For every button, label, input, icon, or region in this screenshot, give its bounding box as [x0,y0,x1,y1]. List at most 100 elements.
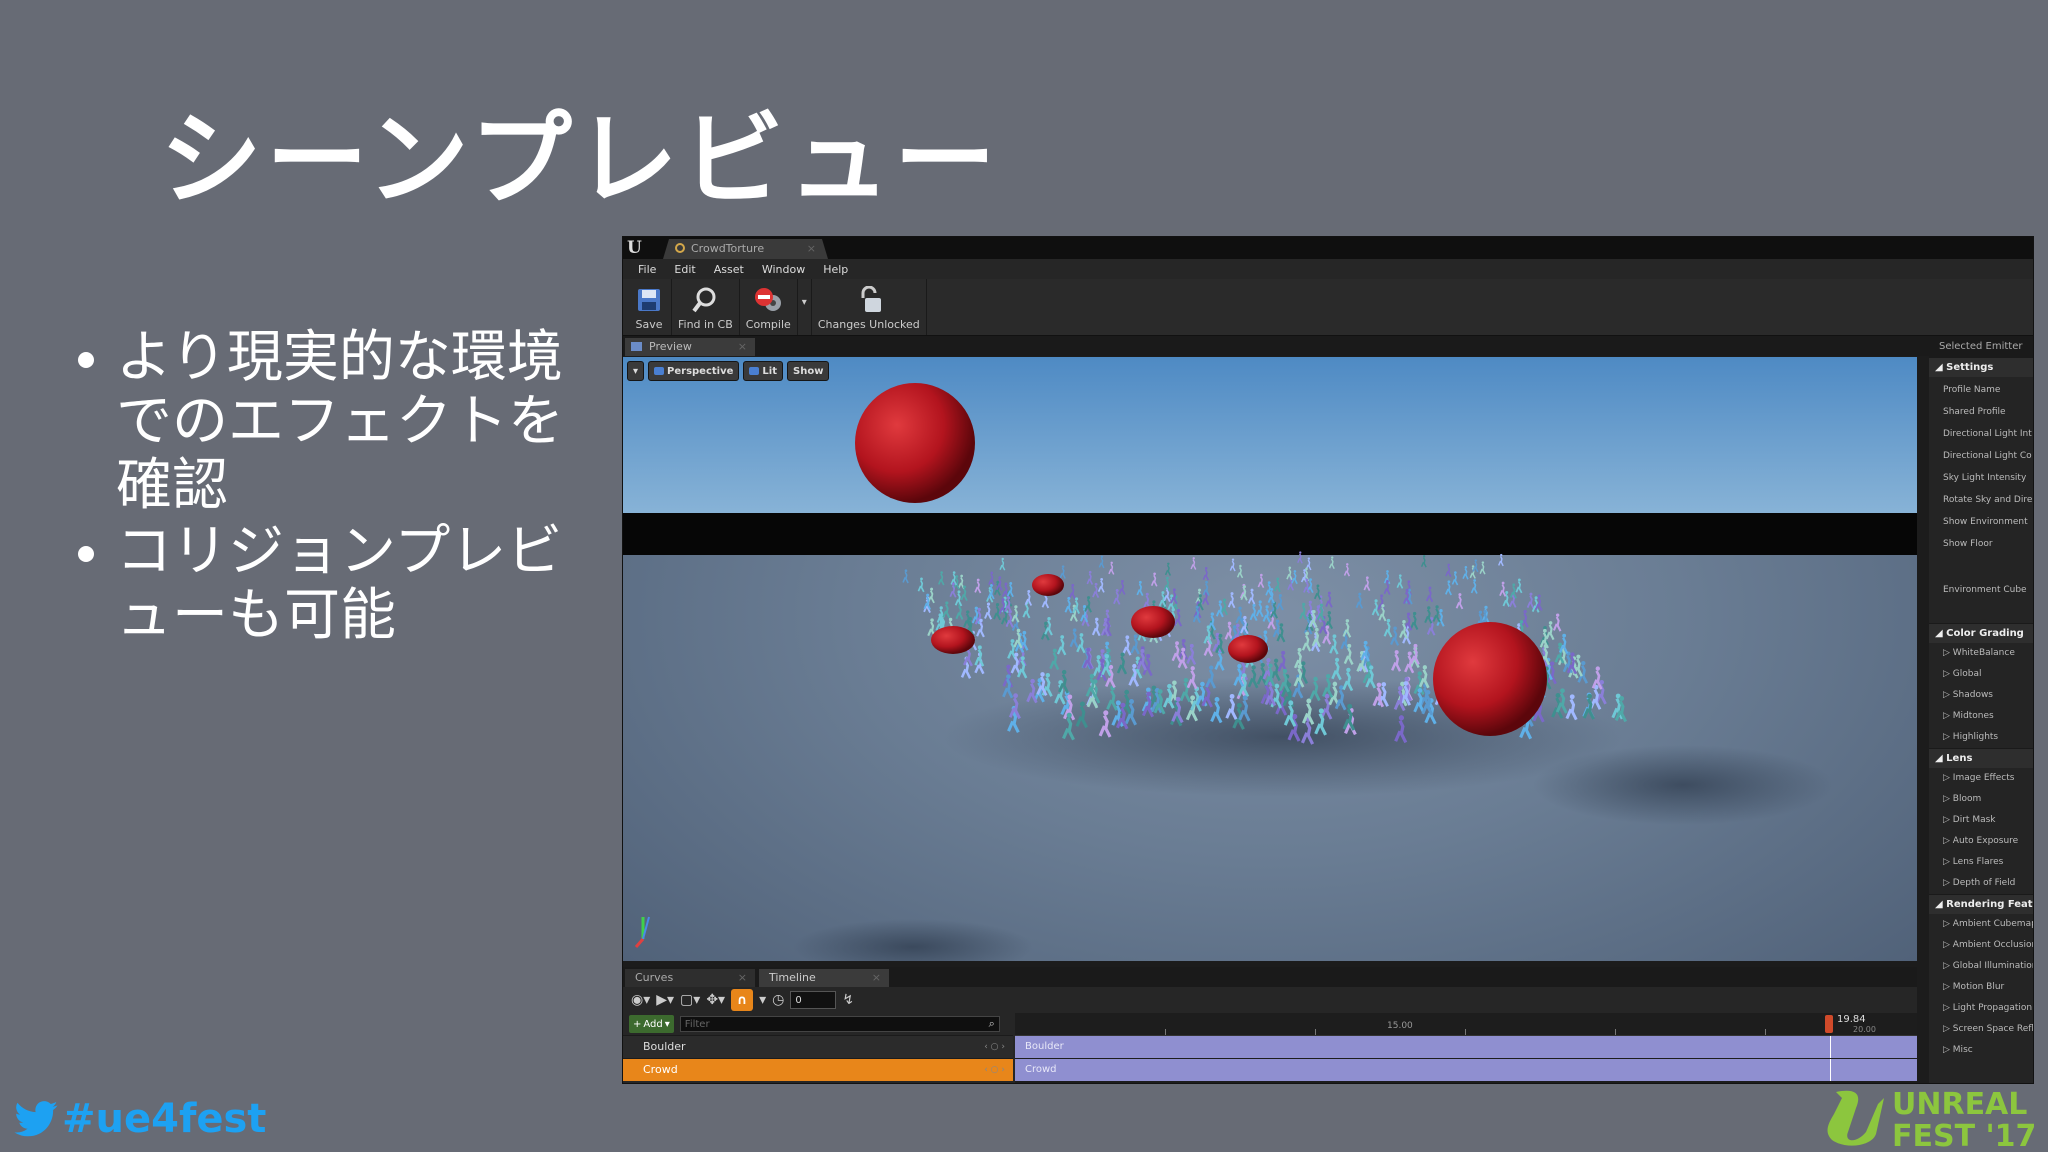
time-field[interactable]: 0 [790,991,837,1009]
property-row[interactable]: ▷ WhiteBalance [1929,643,2033,664]
transform-icon[interactable]: ✥▾ [706,992,725,1008]
property-label: Image Effects [1952,773,2015,783]
crowd-figure-head [948,617,953,622]
crowd-figure-head [1106,648,1111,653]
property-row[interactable]: ▷ Lens Flares [1929,852,2033,873]
document-tab[interactable]: CrowdTorture × [663,239,828,259]
property-label: Auto Exposure [1952,836,2019,846]
property-row[interactable]: Directional Light Co [1929,445,2033,467]
ruler-label: 15.00 [1387,1021,1413,1031]
panel-header[interactable]: Selected Emitter [1929,337,2033,357]
property-row[interactable]: Environment Cube [1929,555,2033,621]
property-row[interactable]: ▷ Global [1929,664,2033,685]
property-row[interactable]: ▷ Motion Blur [1929,977,2033,998]
property-row[interactable]: ▷ Depth of Field [1929,873,2033,894]
find-in-cb-button[interactable]: Find in CB [672,279,740,335]
changes-unlocked-button[interactable]: Changes Unlocked [812,279,927,335]
property-row[interactable]: ▷ Highlights [1929,727,2033,748]
rendering-features-section[interactable]: ◢ Rendering Featur [1929,894,2033,914]
compile-button[interactable]: Compile [740,279,798,335]
time-ruler[interactable]: 15.00 19.84 20.00 [1015,1013,1917,1036]
crowd-figure-head [1555,692,1561,698]
add-label: Add [643,1018,663,1030]
crowd-figure [1064,599,1073,614]
menu-asset[interactable]: Asset [705,263,753,276]
property-row[interactable]: Sky Light Intensity [1929,467,2033,489]
property-row[interactable]: Show Floor [1929,533,2033,555]
menu-edit[interactable]: Edit [665,263,704,276]
property-row[interactable]: ▷ Image Effects [1929,768,2033,789]
add-track-button[interactable]: + Add ▾ [629,1015,674,1033]
crowd-figure-head [1146,654,1151,659]
property-row[interactable]: Directional Light Int [1929,423,2033,445]
property-row[interactable]: ▷ Midtones [1929,706,2033,727]
track-row[interactable]: Crowd ‹ ○ › [623,1058,1013,1081]
close-icon[interactable]: × [738,338,747,356]
property-row[interactable]: Rotate Sky and Dire [1929,489,2033,511]
crowd-figure [1247,591,1256,605]
viewport-icon [631,342,642,351]
eye-icon[interactable]: ◉▾ [631,992,650,1008]
crowd-figure [1136,583,1144,596]
property-row[interactable]: ▷ Ambient Cubemap [1929,914,2033,935]
crowd-figure [1390,629,1400,646]
lens-section[interactable]: ◢ Lens [1929,748,2033,768]
unreal-logo-icon[interactable]: U [627,238,642,258]
playhead-handle[interactable] [1825,1015,1833,1033]
keyframe-nav-icon[interactable]: ‹ ○ › [984,1059,1005,1081]
timeline-track-bar[interactable]: Boulder [1015,1036,1917,1059]
crowd-figure-head [1066,712,1072,718]
property-row[interactable]: ▷ Misc [1929,1040,2033,1061]
property-label: Bloom [1952,794,1982,804]
crowd-figure-head [1172,588,1176,592]
clock-icon[interactable]: ◷ [772,992,784,1008]
property-row[interactable]: ▷ Auto Exposure [1929,831,2033,852]
property-row[interactable]: ▷ Screen Space Refle [1929,1019,2033,1040]
crowd-figure-head [1251,665,1256,670]
crowd-figure [1150,574,1158,587]
timeline-track-bar[interactable]: Crowd [1015,1059,1917,1082]
lit-button[interactable]: Lit [743,361,783,381]
crowd-figure [1091,620,1101,637]
preview-viewport[interactable]: ▾ Perspective Lit Show [623,357,1917,961]
tab-curves[interactable]: Curves × [625,969,755,987]
compile-options-dropdown[interactable]: ▾ [798,279,812,335]
play-icon[interactable]: ▶▾ [656,992,674,1008]
menu-help[interactable]: Help [814,263,857,276]
crowd-figure-head [1398,574,1402,577]
preview-tab[interactable]: Preview × [625,338,755,356]
crowd-figure [974,648,985,667]
property-row[interactable]: ▷ Light Propagation V [1929,998,2033,1019]
close-icon[interactable]: × [872,969,881,987]
filter-input[interactable]: Filter ⌕ [679,1016,1000,1032]
color-grading-section[interactable]: ◢ Color Grading [1929,623,2033,643]
save-button[interactable]: Save [627,279,672,335]
snap-dropdown[interactable]: ▾ [759,992,766,1008]
menu-window[interactable]: Window [753,263,814,276]
keyframe-nav-icon[interactable]: ‹ ○ › [984,1036,1005,1058]
property-row[interactable]: Show Environment [1929,511,2033,533]
crowd-figure-head [1079,701,1085,707]
close-icon[interactable]: × [738,969,747,987]
select-icon[interactable]: ▢▾ [680,992,700,1008]
crowd-figure-head [1263,630,1268,635]
property-row[interactable]: ▷ Global Illumination [1929,956,2033,977]
tab-timeline[interactable]: Timeline × [759,969,889,987]
curve-icon[interactable]: ↯ [842,992,854,1008]
viewport-options-dropdown[interactable]: ▾ [627,361,645,381]
track-row[interactable]: Boulder ‹ ○ › [623,1035,1013,1058]
property-row[interactable]: ▷ Ambient Occlusion [1929,935,2033,956]
property-row[interactable]: ▷ Shadows [1929,685,2033,706]
property-row[interactable]: Shared Profile [1929,401,2033,423]
crowd-figure-head [1007,596,1011,600]
close-icon[interactable]: × [807,239,816,259]
property-row[interactable]: ▷ Bloom [1929,789,2033,810]
menu-file[interactable]: File [629,263,665,276]
property-row[interactable]: Profile Name [1929,379,2033,401]
show-button[interactable]: Show [787,361,830,381]
perspective-button[interactable]: Perspective [648,361,740,381]
magnet-icon[interactable]: ∩ [731,989,754,1011]
settings-section[interactable]: ◢ Settings [1929,357,2033,377]
timeline-area[interactable]: 15.00 19.84 20.00 Boulder Crowd [1015,1013,1917,1083]
property-row[interactable]: ▷ Dirt Mask [1929,810,2033,831]
